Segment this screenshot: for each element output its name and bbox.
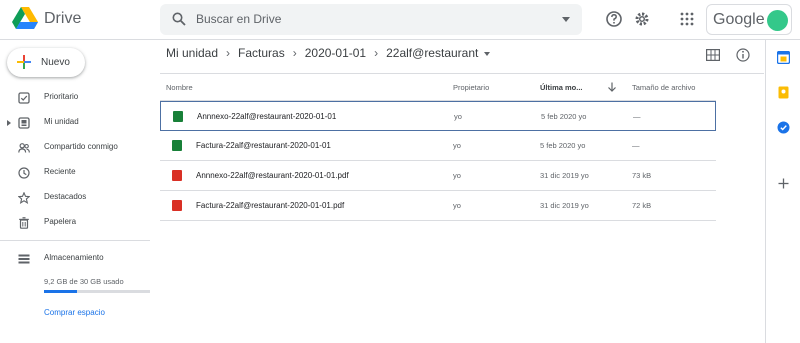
sort-down-arrow-icon[interactable] [607, 82, 617, 92]
help-icon[interactable] [605, 10, 623, 28]
sidebar-item-my-drive[interactable]: Mi unidad [0, 111, 150, 135]
calendar-icon[interactable] [777, 51, 790, 64]
file-row[interactable]: Annnexo-22alf@restaurant-2020-01-01 yo 5… [160, 101, 716, 131]
avatar[interactable] [767, 10, 788, 31]
sidebar-item-label: Prioritario [44, 92, 79, 101]
checkbox-icon [18, 92, 30, 104]
file-name: Annnexo-22alf@restaurant-2020-01-01 [197, 112, 337, 121]
app-name[interactable]: Drive [44, 10, 81, 28]
breadcrumb-item-my-drive[interactable]: Mi unidad [166, 46, 218, 60]
column-header-modified[interactable]: Última mo... [540, 83, 583, 92]
file-modified: 31 dic 2019 yo [540, 171, 589, 180]
sidebar-item-recent[interactable]: Reciente [0, 161, 150, 185]
shared-icon [18, 143, 30, 153]
my-drive-icon [18, 117, 30, 129]
sidebar-item-shared[interactable]: Compartido conmigo [0, 136, 150, 160]
clock-icon [18, 167, 30, 179]
file-name: Annnexo-22alf@restaurant-2020-01-01.pdf [196, 171, 349, 180]
grid-view-icon[interactable] [706, 49, 720, 61]
sidebar-item-label: Compartido conmigo [44, 142, 118, 151]
sidebar-item-storage[interactable]: Almacenamiento [0, 247, 150, 271]
file-size: — [633, 112, 641, 121]
info-icon[interactable] [736, 48, 750, 62]
column-header-owner[interactable]: Propietario [453, 83, 489, 92]
search-icon[interactable] [172, 12, 186, 26]
sheets-file-icon [172, 140, 182, 151]
google-wordmark: Google [713, 11, 765, 28]
add-addon-plus-icon[interactable] [777, 177, 790, 190]
breadcrumb: Mi unidad › Facturas › 2020-01-01 › 22alf@rest… [166, 46, 491, 64]
file-modified: 5 feb 2020 yo [541, 112, 587, 121]
breadcrumb-item-date[interactable]: 2020-01-01 [305, 46, 366, 60]
file-row[interactable]: Annnexo-22alf@restaurant-2020-01-01.pdf … [160, 161, 716, 191]
sidebar-item-trash[interactable]: Papelera [0, 211, 150, 235]
sidebar-item-label: Destacados [44, 192, 87, 201]
keep-icon[interactable] [777, 86, 790, 99]
sheets-file-icon [173, 111, 183, 122]
search-input[interactable]: Buscar en Drive [196, 12, 281, 26]
breadcrumb-item-current[interactable]: 22alf@restaurant [386, 46, 478, 60]
new-button-label: Nuevo [41, 57, 70, 68]
chevron-right-icon: › [292, 46, 297, 60]
settings-gear-icon[interactable] [633, 10, 651, 28]
trash-icon [19, 217, 29, 229]
column-header-name[interactable]: Nombre [166, 83, 193, 92]
file-size: 72 kB [632, 201, 652, 210]
search-options-icon[interactable] [562, 17, 570, 22]
file-owner: yo [453, 171, 461, 180]
breadcrumb-item-facturas[interactable]: Facturas [238, 46, 285, 60]
storage-icon [18, 254, 30, 264]
storage-usage-text: 9,2 GB de 30 GB usado [44, 277, 124, 286]
file-owner: yo [453, 141, 461, 150]
drive-logo-icon[interactable] [12, 7, 38, 29]
sidebar-item-priority[interactable]: Prioritario [0, 86, 150, 110]
file-row[interactable]: Factura-22alf@restaurant-2020-01-01 yo 5… [160, 131, 716, 161]
file-size: — [632, 141, 640, 150]
pdf-file-icon [172, 170, 182, 181]
chevron-right-icon: › [374, 46, 379, 60]
file-name: Factura-22alf@restaurant-2020-01-01.pdf [196, 201, 345, 210]
account-button[interactable]: Google [706, 4, 792, 35]
sidebar-item-label: Mi unidad [44, 117, 79, 126]
storage-usage-fill [44, 290, 77, 293]
apps-grid-icon[interactable] [678, 10, 696, 28]
file-owner: yo [453, 201, 461, 210]
pdf-file-icon [172, 200, 182, 211]
sidebar-item-label: Reciente [44, 167, 76, 176]
file-modified: 31 dic 2019 yo [540, 201, 589, 210]
file-row[interactable]: Factura-22alf@restaurant-2020-01-01.pdf … [160, 191, 716, 221]
new-button[interactable]: Nuevo [7, 48, 85, 77]
toolbar-divider [160, 73, 764, 74]
file-name: Factura-22alf@restaurant-2020-01-01 [196, 141, 331, 150]
top-bar: Drive Buscar en Drive Google [0, 0, 800, 40]
search-box[interactable]: Buscar en Drive [160, 4, 582, 35]
star-icon [18, 192, 30, 204]
storage-usage-bar [44, 290, 150, 293]
tasks-icon[interactable] [777, 121, 790, 134]
buy-storage-link[interactable]: Comprar espacio [44, 308, 105, 317]
sidebar-item-starred[interactable]: Destacados [0, 186, 150, 210]
file-owner: yo [454, 112, 462, 121]
column-header-size[interactable]: Tamaño de archivo [632, 83, 695, 92]
side-panel [765, 40, 800, 343]
sidebar-item-label: Papelera [44, 217, 77, 226]
storage-label: Almacenamiento [44, 253, 104, 262]
expand-caret-icon[interactable] [7, 120, 11, 126]
folder-menu-caret-icon[interactable] [484, 51, 491, 56]
plus-icon [17, 55, 31, 69]
sidebar-divider [0, 240, 150, 241]
chevron-right-icon: › [226, 46, 231, 60]
file-modified: 5 feb 2020 yo [540, 141, 586, 150]
file-size: 73 kB [632, 171, 652, 180]
